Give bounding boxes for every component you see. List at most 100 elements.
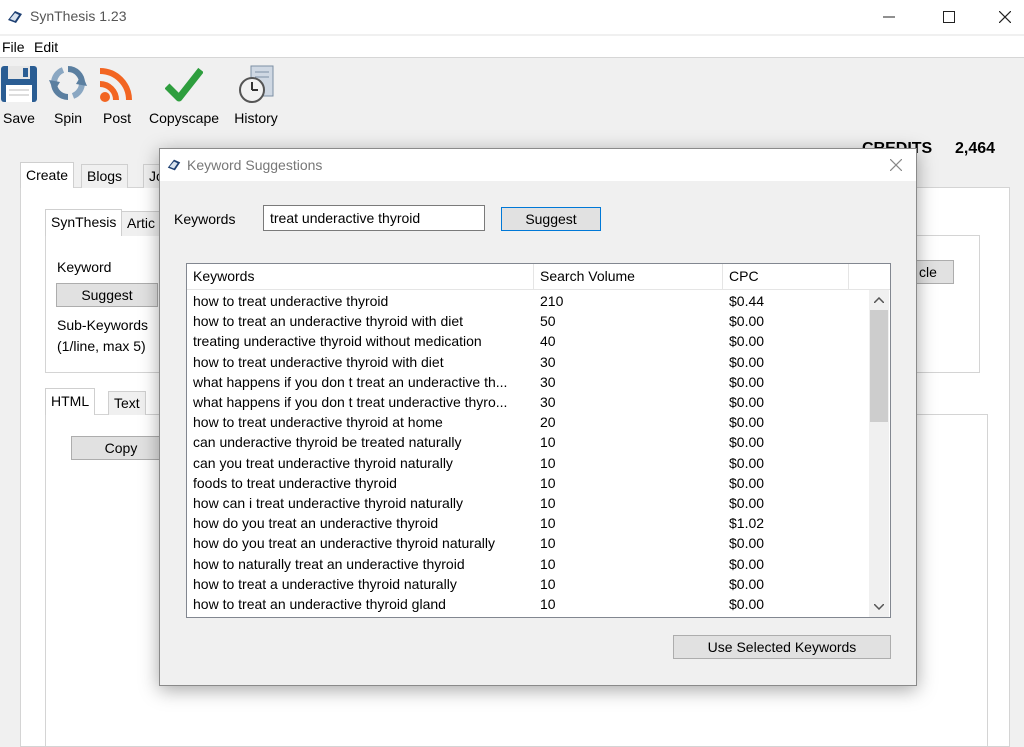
search-volume-cell: 210 bbox=[540, 293, 564, 309]
keyword-cell: how to naturally treat an underactive th… bbox=[193, 555, 465, 572]
keyword-cell: can underactive thyroid be treated natur… bbox=[193, 434, 462, 451]
menu-edit[interactable]: Edit bbox=[34, 39, 58, 55]
tab-html[interactable]: HTML bbox=[45, 388, 96, 415]
rss-icon bbox=[99, 68, 132, 102]
table-row[interactable]: what happens if you don t treat an under… bbox=[187, 373, 869, 393]
copy-button[interactable]: Copy bbox=[71, 436, 171, 460]
cpc-cell: $0.00 bbox=[729, 373, 765, 390]
tab-create[interactable]: Create bbox=[20, 162, 75, 188]
cpc-cell: $0.00 bbox=[729, 495, 765, 511]
keyword-cell: can you treat underactive thyroid natura… bbox=[193, 454, 453, 471]
search-volume-cell: 10 bbox=[540, 454, 556, 471]
maximize-icon bbox=[943, 11, 955, 23]
cpc-cell: $0.00 bbox=[729, 414, 765, 431]
search-volume-cell: 50 bbox=[540, 313, 556, 330]
cpc-cell: $1.02 bbox=[729, 515, 765, 532]
suggest-button[interactable]: Suggest bbox=[56, 283, 158, 307]
menu-bar: File Edit bbox=[0, 36, 1024, 58]
copyscape-label: Copyscape bbox=[148, 110, 220, 126]
search-volume-cell: 20 bbox=[540, 414, 556, 431]
search-volume-cell: 10 bbox=[540, 495, 556, 511]
cpc-cell: $0.00 bbox=[729, 596, 765, 612]
save-button[interactable]: Save bbox=[0, 64, 38, 132]
search-volume-cell: 40 bbox=[540, 333, 556, 350]
table-row[interactable]: how to treat an underactive thyroid glan… bbox=[187, 595, 869, 615]
column-header-keywords[interactable]: Keywords bbox=[187, 264, 534, 290]
cpc-cell: $0.00 bbox=[729, 333, 765, 350]
checkmark-icon bbox=[165, 67, 203, 102]
clock-document-icon bbox=[239, 65, 274, 103]
tab-text[interactable]: Text bbox=[108, 391, 146, 415]
scroll-down-button[interactable] bbox=[869, 597, 889, 617]
maximize-button[interactable] bbox=[922, 0, 976, 34]
spin-button[interactable]: Spin bbox=[49, 64, 87, 132]
table-row[interactable]: can you treat underactive thyroid natura… bbox=[187, 454, 869, 474]
table-row[interactable]: foods to treat underactive thyroid 10 $0.0… bbox=[187, 474, 869, 494]
column-header-cpc[interactable]: CPC bbox=[723, 264, 849, 290]
close-icon bbox=[890, 159, 902, 171]
cpc-cell: $0.00 bbox=[729, 353, 765, 370]
copyscape-button[interactable]: Copyscape bbox=[144, 64, 224, 132]
scroll-up-button[interactable] bbox=[869, 290, 889, 310]
table-row[interactable]: how do you treat an underactive thyroid 1… bbox=[187, 514, 869, 534]
keyword-cell: foods to treat underactive thyroid bbox=[193, 474, 397, 491]
credits-value: 2,464 bbox=[955, 140, 996, 157]
post-button[interactable]: Post bbox=[96, 64, 138, 132]
keyword-cell: how to treat underactive thyroid bbox=[193, 293, 389, 309]
sub-keywords-label: Sub-Keywords bbox=[57, 317, 149, 333]
keywords-input[interactable] bbox=[263, 205, 485, 231]
keyword-cell: how to treat underactive thyroid with di… bbox=[193, 353, 444, 370]
tab-blogs[interactable]: Blogs bbox=[81, 164, 129, 188]
search-volume-cell: 10 bbox=[540, 434, 556, 451]
dialog-close-button[interactable] bbox=[884, 153, 908, 177]
table-row[interactable]: how to treat an underactive thyroid with… bbox=[187, 312, 869, 332]
keyword-cell: how to treat a underactive thyroid natur… bbox=[193, 575, 457, 592]
spin-label: Spin bbox=[53, 110, 83, 126]
table-row[interactable]: how to treat an underactive thyroid with… bbox=[187, 615, 869, 617]
chevron-up-icon bbox=[874, 297, 884, 303]
tab-article[interactable]: Artic bbox=[121, 211, 161, 236]
history-button[interactable]: History bbox=[228, 64, 284, 132]
keywords-label: Keywords bbox=[174, 211, 236, 227]
cpc-cell: $0.00 bbox=[729, 394, 765, 410]
window-title: SynThesis 1.23 bbox=[30, 8, 127, 24]
cpc-cell: $0.00 bbox=[729, 535, 765, 552]
table-row[interactable]: what happens if you don t treat underact… bbox=[187, 393, 869, 413]
keyword-cell: what happens if you don t treat underact… bbox=[193, 394, 508, 410]
table-row[interactable]: can underactive thyroid be treated natur… bbox=[187, 433, 869, 453]
table-row[interactable]: how can i treat underactive thyroid natu… bbox=[187, 494, 869, 514]
search-volume-cell: 30 bbox=[540, 353, 556, 370]
title-bar: SynThesis 1.23 bbox=[0, 0, 1024, 34]
close-window-button[interactable] bbox=[978, 0, 1024, 34]
minimize-button[interactable] bbox=[862, 0, 916, 34]
table-row[interactable]: how to treat a underactive thyroid natur… bbox=[187, 575, 869, 595]
cpc-cell: $0.00 bbox=[729, 616, 839, 617]
list-header: Keywords Search Volume CPC bbox=[187, 264, 890, 290]
column-header-search-volume[interactable]: Search Volume bbox=[534, 264, 723, 290]
cpc-cell: $0.00 bbox=[729, 454, 765, 471]
list-scrollbar[interactable] bbox=[869, 290, 889, 617]
dialog-title-bar: Keyword Suggestions bbox=[160, 149, 916, 181]
table-row[interactable]: how to treat underactive thyroid 210 $0.44 bbox=[187, 292, 869, 312]
table-row[interactable]: how to treat underactive thyroid at home… bbox=[187, 413, 869, 433]
tab-synthesis[interactable]: SynThesis bbox=[45, 209, 123, 236]
app-logo-icon bbox=[167, 159, 181, 171]
dialog-suggest-button[interactable]: Suggest bbox=[501, 207, 601, 231]
use-selected-keywords-button[interactable]: Use Selected Keywords bbox=[673, 635, 891, 659]
search-volume-cell: 10 bbox=[540, 596, 556, 612]
close-icon bbox=[999, 11, 1011, 23]
scroll-thumb[interactable] bbox=[870, 310, 888, 422]
keyword-cell: what happens if you don t treat an under… bbox=[193, 373, 508, 390]
keyword-cell: how to treat an underactive thyroid with… bbox=[193, 616, 536, 617]
list-rows: how to treat underactive thyroid 210 $0.44… bbox=[187, 290, 869, 617]
table-row[interactable]: how to naturally treat an underactive th… bbox=[187, 555, 869, 575]
sub-keywords-hint: (1/line, max 5) bbox=[57, 338, 146, 354]
search-volume-cell: 10 bbox=[540, 535, 556, 552]
menu-file[interactable]: File bbox=[2, 39, 25, 55]
table-row[interactable]: treating underactive thyroid without med… bbox=[187, 332, 869, 352]
table-row[interactable]: how do you treat an underactive thyroid … bbox=[187, 534, 869, 554]
keyword-suggestions-dialog: Keyword Suggestions Keywords Suggest Key… bbox=[159, 148, 917, 686]
keyword-cell: how to treat an underactive thyroid glan… bbox=[193, 596, 446, 612]
search-volume-cell: 30 bbox=[540, 373, 556, 390]
table-row[interactable]: how to treat underactive thyroid with di… bbox=[187, 353, 869, 373]
